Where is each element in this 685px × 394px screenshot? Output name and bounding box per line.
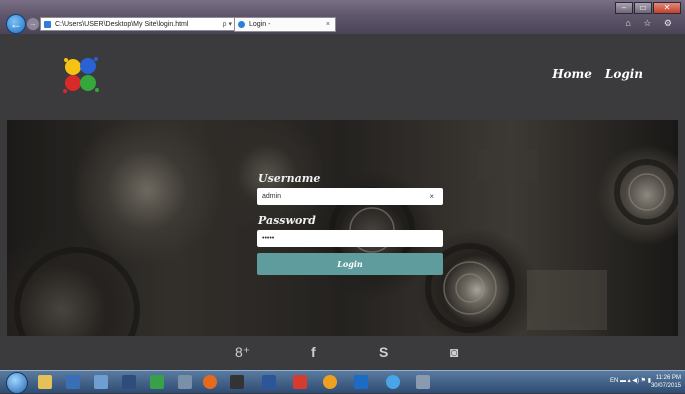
username-label: Username bbox=[258, 172, 321, 185]
skype-icon[interactable]: S bbox=[379, 343, 388, 361]
app-icon[interactable] bbox=[354, 375, 368, 389]
home-favorites-settings-icons[interactable]: ⌂ ☆ ⚙ bbox=[625, 18, 677, 29]
firefox-icon[interactable] bbox=[203, 375, 217, 389]
password-value: ••••• bbox=[262, 235, 275, 242]
nav-home-link[interactable]: Home bbox=[552, 67, 592, 81]
app-icon[interactable] bbox=[416, 375, 430, 389]
paint-splash-logo[interactable] bbox=[60, 54, 102, 96]
tab-login[interactable]: Login - × bbox=[234, 17, 336, 32]
app-icon[interactable] bbox=[66, 375, 80, 389]
google-plus-icon[interactable]: 8⁺ bbox=[235, 343, 250, 361]
facebook-icon[interactable]: f bbox=[311, 343, 316, 361]
minimize-button[interactable]: – bbox=[615, 2, 633, 14]
windows-taskbar: EN ▬ ▴ ◀) ⚑ ▮ 11:26 PM 30/07/2015 bbox=[0, 370, 685, 394]
clock-time: 11:26 PM bbox=[655, 375, 681, 381]
app-icon[interactable] bbox=[230, 375, 244, 389]
page-icon bbox=[44, 21, 51, 28]
site-header: Home Login bbox=[0, 34, 685, 120]
app-icon[interactable] bbox=[178, 375, 192, 389]
tab-title: Login - bbox=[249, 21, 271, 28]
maximize-button[interactable]: ▭ bbox=[634, 2, 652, 14]
nav-login-link[interactable]: Login bbox=[605, 67, 643, 81]
forward-button[interactable]: → bbox=[26, 17, 40, 31]
file-explorer-icon[interactable] bbox=[38, 375, 52, 389]
clear-icon[interactable]: × bbox=[429, 188, 434, 205]
browser-chrome: ← → C:\Users\USER\Desktop\My Site\login.… bbox=[0, 0, 685, 34]
password-label: Password bbox=[258, 214, 316, 227]
tab-close-icon[interactable]: × bbox=[326, 18, 330, 32]
password-input[interactable]: ••••• bbox=[257, 230, 443, 247]
start-button[interactable] bbox=[6, 372, 28, 394]
app-icon[interactable] bbox=[94, 375, 108, 389]
word-icon[interactable] bbox=[262, 375, 276, 389]
instagram-icon[interactable]: ◙ bbox=[450, 343, 458, 361]
login-form: Username admin × Password ••••• Login bbox=[257, 172, 443, 275]
app-icon[interactable] bbox=[150, 375, 164, 389]
username-input[interactable]: admin × bbox=[257, 188, 443, 205]
clock[interactable]: 11:26 PM 30/07/2015 bbox=[651, 374, 681, 390]
close-button[interactable]: ✕ bbox=[653, 2, 681, 14]
internet-explorer-icon[interactable] bbox=[386, 375, 400, 389]
acrobat-icon[interactable] bbox=[293, 375, 307, 389]
app-icon[interactable] bbox=[122, 375, 136, 389]
app-icon[interactable] bbox=[323, 375, 337, 389]
username-value: admin bbox=[262, 193, 282, 200]
ie-icon bbox=[238, 21, 245, 28]
address-text: C:\Users\USER\Desktop\My Site\login.html bbox=[55, 21, 189, 28]
system-tray[interactable]: EN ▬ ▴ ◀) ⚑ ▮ bbox=[610, 377, 651, 384]
address-bar[interactable]: C:\Users\USER\Desktop\My Site\login.html… bbox=[40, 17, 244, 31]
back-button[interactable]: ← bbox=[6, 14, 26, 34]
site-footer: 8⁺ f S ◙ bbox=[0, 336, 685, 370]
clock-date: 30/07/2015 bbox=[650, 383, 681, 389]
login-button[interactable]: Login bbox=[257, 253, 443, 275]
